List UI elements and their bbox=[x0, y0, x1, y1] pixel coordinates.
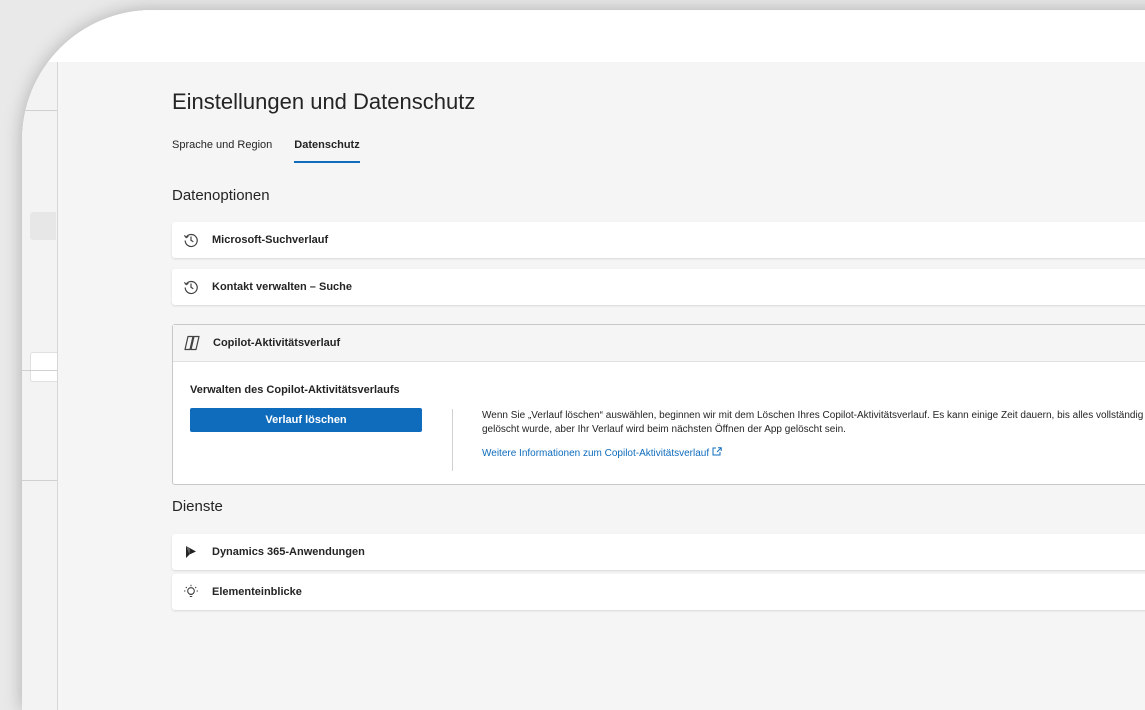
row-microsoft-search-history[interactable]: Microsoft-Suchverlauf bbox=[172, 222, 1145, 258]
row-label: Microsoft-Suchverlauf bbox=[212, 234, 329, 246]
copilot-info-link-label: Weitere Informationen zum Copilot-Aktivi… bbox=[482, 448, 710, 459]
delete-history-info: Wenn Sie „Verlauf löschen“ auswählen, be… bbox=[482, 410, 1144, 435]
settings-content: Einstellungen und Datenschutz Sprache un… bbox=[58, 62, 1145, 710]
copilot-activity-label: Copilot-Aktivitätsverlauf bbox=[213, 337, 341, 349]
external-link-icon bbox=[712, 447, 722, 459]
copilot-activity-header[interactable]: Copilot-Aktivitätsverlauf bbox=[173, 325, 1145, 362]
nav-item-active[interactable] bbox=[30, 352, 57, 382]
nav-divider bbox=[22, 370, 57, 371]
row-label: Elementeinblicke bbox=[212, 586, 302, 598]
top-bar bbox=[22, 10, 1145, 63]
nav-item[interactable] bbox=[30, 212, 56, 240]
tab-privacy[interactable]: Datenschutz bbox=[294, 139, 360, 163]
row-label: Kontakt verwalten – Suche bbox=[212, 281, 352, 293]
copilot-info-link[interactable]: Weitere Informationen zum Copilot-Aktivi… bbox=[482, 447, 722, 459]
nav-divider bbox=[22, 110, 57, 111]
lightbulb-icon bbox=[182, 583, 200, 601]
left-nav bbox=[22, 62, 58, 710]
vertical-divider bbox=[452, 409, 453, 471]
row-manage-contacts-search[interactable]: Kontakt verwalten – Suche bbox=[172, 269, 1145, 305]
app-window: Einstellungen und Datenschutz Sprache un… bbox=[22, 10, 1145, 710]
copilot-icon bbox=[183, 334, 201, 352]
history-icon bbox=[182, 278, 200, 296]
copilot-activity-panel: Copilot-Aktivitätsverlauf Verwalten des … bbox=[172, 324, 1145, 485]
row-dynamics-365[interactable]: Dynamics 365-Anwendungen bbox=[172, 534, 1145, 570]
tab-language-region[interactable]: Sprache und Region bbox=[172, 139, 272, 163]
dynamics-icon bbox=[182, 543, 200, 561]
page-title: Einstellungen und Datenschutz bbox=[172, 89, 476, 114]
row-element-insights[interactable]: Elementeinblicke bbox=[172, 574, 1145, 610]
manage-copilot-title: Verwalten des Copilot-Aktivitätsverlaufs bbox=[190, 384, 400, 396]
history-icon bbox=[182, 231, 200, 249]
row-label: Dynamics 365-Anwendungen bbox=[212, 546, 365, 558]
tab-bar: Sprache und Region Datenschutz bbox=[172, 139, 360, 163]
delete-history-button[interactable]: Verlauf löschen bbox=[190, 408, 422, 432]
nav-divider bbox=[22, 480, 57, 481]
section-title-services: Dienste bbox=[172, 498, 223, 515]
section-title-data-options: Datenoptionen bbox=[172, 187, 270, 204]
